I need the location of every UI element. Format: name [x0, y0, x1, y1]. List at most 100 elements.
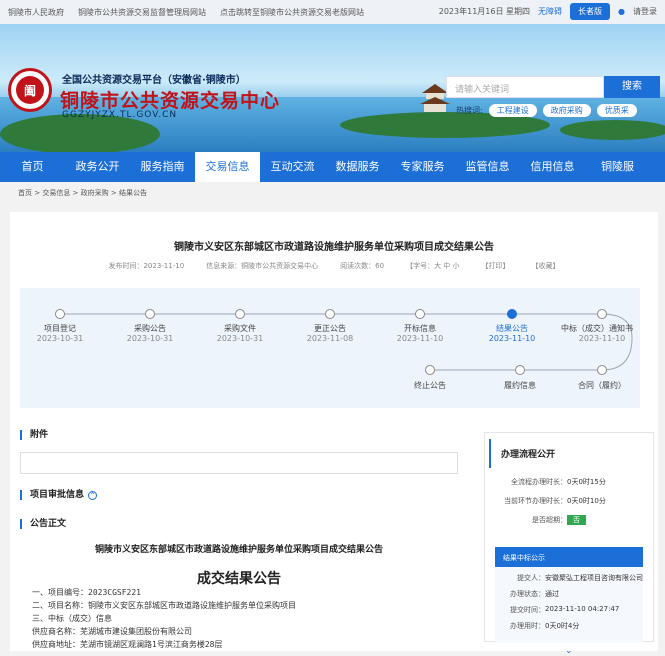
section-body: 公告正文: [20, 519, 66, 529]
login-link[interactable]: 请登录: [633, 6, 657, 17]
side-row-key: 全流程办理时长：: [511, 478, 567, 486]
timeline-node-active[interactable]: [507, 309, 517, 319]
side-row: 全流程办理时长： 0天0时15分: [485, 477, 653, 487]
side-row: 是否超期： 否: [485, 515, 653, 525]
timeline-node[interactable]: [597, 309, 607, 319]
result-row-value: 0天0时4分: [545, 622, 580, 630]
nav-home[interactable]: 首页: [0, 152, 65, 182]
result-card-title: 结果中标公示: [495, 547, 643, 567]
search-input[interactable]: 请输入关键词: [446, 76, 604, 98]
timeline-node[interactable]: [325, 309, 335, 319]
timeline-label: 中标（成交）通知书: [561, 324, 633, 333]
user-icon[interactable]: ●: [618, 7, 625, 16]
nav-interaction[interactable]: 互动交流: [260, 152, 325, 182]
side-row-key: 当前环节办理时长：: [504, 497, 567, 505]
timeline-node[interactable]: [515, 365, 525, 375]
section-attachment: 附件: [20, 430, 48, 440]
hot-tag[interactable]: 工程建设: [488, 104, 537, 117]
article-title: 铜陵市义安区东部城区市政道路设施维护服务单位采购项目成交结果公告: [174, 242, 494, 253]
timeline-label: 履约信息: [504, 381, 536, 390]
timeline-label: 终止公告: [414, 381, 446, 390]
top-link-supervision[interactable]: 铜陵市公共资源交易监督管理局网站: [78, 7, 206, 18]
print-link[interactable]: 【打印】: [482, 261, 510, 271]
timeline-label: 项目登记: [44, 324, 76, 333]
site-title: 铜陵市公共资源交易中心: [60, 90, 281, 112]
timeline-date: 2023-10-31: [36, 334, 84, 343]
banner-island: [560, 120, 665, 140]
timeline-node[interactable]: [55, 309, 65, 319]
timeline-label: 更正公告: [314, 324, 346, 333]
timeline-node[interactable]: [415, 309, 425, 319]
hot-tag[interactable]: 政府采购: [542, 104, 591, 117]
hot-search: 热搜词: 工程建设 政府采购 优质采: [456, 104, 637, 117]
chevron-up-icon[interactable]: ^: [88, 491, 98, 500]
header-banner: 阖 全国公共资源交易平台（安徽省·铜陵市） 铜陵市公共资源交易中心 GGZYJY…: [0, 24, 665, 152]
timeline-date: 2023-10-31: [216, 334, 264, 343]
nav-credit[interactable]: 信用信息: [520, 152, 585, 182]
body-subtitle: 铜陵市义安区东部城区市政道路设施维护服务单位采购项目成交结果公告: [94, 545, 383, 555]
chevron-down-icon[interactable]: ⌄: [565, 646, 573, 656]
meta-font-size[interactable]: 【字号：大 中 小: [406, 261, 459, 271]
result-row-value: 安徽聚弘工程项目咨询有限公司: [545, 574, 643, 582]
nav-service-guide[interactable]: 服务指南: [130, 152, 195, 182]
result-card: 结果中标公示 提交人： 安徽聚弘工程项目咨询有限公司 办理状态： 通过 提交时间…: [495, 547, 643, 643]
body-line: 一、项目编号：2023CGSF221: [32, 588, 141, 597]
nav-tongling-service[interactable]: 铜陵服: [585, 152, 650, 182]
timeline-node[interactable]: [145, 309, 155, 319]
side-row: 当前环节办理时长： 0天0时10分: [485, 496, 653, 506]
site-subtitle: 全国公共资源交易平台（安徽省·铜陵市）: [62, 75, 246, 86]
article-panel: 铜陵市义安区东部城区市政道路设施维护服务单位采购项目成交结果公告 发布时间：20…: [10, 212, 658, 656]
process-timeline: 项目登记 2023-10-31 采购公告 2023-10-31 采购文件 202…: [20, 288, 640, 408]
side-title: 办理流程公开: [489, 439, 653, 468]
meta-source: 信息来源：铜陵市公共资源交易中心: [206, 262, 319, 270]
timeline-date: 2023-11-10: [396, 334, 444, 343]
logo-mark: 阖: [16, 76, 44, 104]
top-bar: 铜陵市人民政府 铜陵市公共资源交易监督管理局网站 点击跳转至铜陵市公共资源交易老…: [0, 0, 665, 24]
accessible-link[interactable]: 无障碍: [538, 6, 562, 17]
section-approval[interactable]: 项目审批信息 ^: [20, 490, 98, 500]
body-line: 供应商名称：芜湖城市建设集团股份有限公司: [32, 627, 192, 636]
overdue-badge: 否: [567, 515, 586, 525]
search-button[interactable]: 搜索: [604, 76, 660, 98]
timeline-node[interactable]: [597, 365, 607, 375]
meta-views: 阅读次数：60: [340, 262, 385, 270]
favorite-link[interactable]: 【收藏】: [532, 261, 560, 271]
meta-publish-time: 发布时间：2023-11-10: [108, 262, 185, 270]
side-row-key: 是否超期：: [532, 516, 567, 524]
hot-label: 热搜词:: [456, 106, 483, 115]
process-side-panel: 办理流程公开 全流程办理时长： 0天0时15分 当前环节办理时长： 0天0时10…: [484, 432, 654, 656]
site-logo[interactable]: 阖: [8, 68, 52, 112]
body-line: 二、项目名称：铜陵市义安区东部城区市政道路设施维护服务单位采购项目: [32, 601, 296, 610]
nav-expert-service[interactable]: 专家服务: [390, 152, 455, 182]
timeline-label: 采购文件: [224, 324, 256, 333]
nav-supervision[interactable]: 监管信息: [455, 152, 520, 182]
date-text: 2023年11月16日 星期四: [438, 7, 531, 16]
timeline-node[interactable]: [235, 309, 245, 319]
body-line: 三、中标（成交）信息: [32, 614, 112, 623]
result-row-value: 通过: [545, 590, 559, 598]
timeline-date: 2023-11-10: [578, 334, 626, 343]
nav-data-service[interactable]: 数据服务: [325, 152, 390, 182]
attachment-box: [20, 452, 458, 474]
side-row-value: 0天0时10分: [567, 497, 606, 505]
main-nav: 首页 政务公开 服务指南 交易信息 互动交流 数据服务 专家服务 监管信息 信用…: [0, 152, 665, 182]
timeline-node[interactable]: [425, 365, 435, 375]
hot-tag[interactable]: 优质采: [596, 104, 637, 117]
result-row-key: 提交人：: [517, 574, 545, 582]
timeline-date: 2023-10-31: [126, 334, 174, 343]
top-link-old-site[interactable]: 点击跳转至铜陵市公共资源交易老版网站: [220, 7, 364, 18]
elder-mode-button[interactable]: 长者版: [570, 3, 611, 20]
top-link-gov[interactable]: 铜陵市人民政府: [8, 7, 64, 18]
result-row: 办理状态： 通过: [495, 589, 643, 599]
nav-trade-info[interactable]: 交易信息: [195, 152, 260, 182]
breadcrumb[interactable]: 首页 > 交易信息 > 政府采购 > 结果公告: [0, 182, 665, 202]
result-row: 提交时间： 2023-11-10 04:27:47: [495, 605, 643, 615]
timeline-label: 合同（履约）: [578, 381, 626, 390]
result-row: 提交人： 安徽聚弘工程项目咨询有限公司: [495, 573, 643, 583]
result-row-key: 办理用时：: [510, 622, 545, 630]
side-row-value: 0天0时15分: [567, 478, 606, 486]
result-row-value: 2023-11-10 04:27:47: [545, 605, 620, 613]
timeline-label: 采购公告: [134, 324, 166, 333]
nav-gov-affairs[interactable]: 政务公开: [65, 152, 130, 182]
body-big-title: 成交结果公告: [197, 571, 281, 587]
